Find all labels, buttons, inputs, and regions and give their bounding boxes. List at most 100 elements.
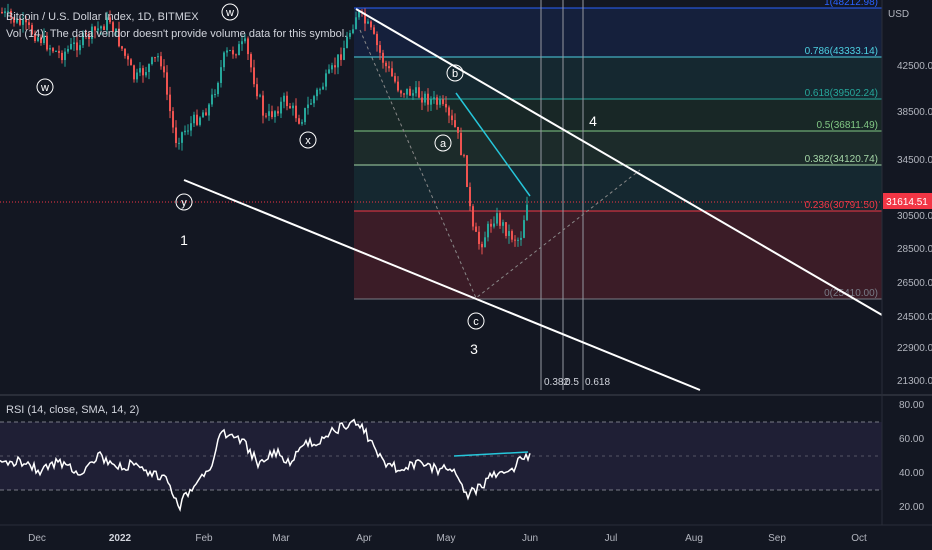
candle-body	[388, 66, 390, 69]
price-tick-label: 28500.00	[897, 244, 932, 255]
price-tick-label: 22900.00	[897, 343, 932, 354]
candle-body	[472, 206, 474, 227]
price-tick-label: 26500.00	[897, 278, 932, 289]
candle-body	[121, 46, 123, 49]
candle-body	[370, 21, 372, 28]
volume-note: Vol (14): The data vendor doesn't provid…	[6, 28, 348, 40]
wave-number: 4	[589, 113, 597, 129]
candle-body	[199, 117, 201, 125]
candle-body	[229, 50, 231, 52]
candle-body	[250, 54, 252, 68]
wave-number: 3	[470, 341, 478, 357]
candle-body	[433, 97, 435, 100]
price-chart[interactable]: 1(48212.98) 0.786(43333.14) 0.618(39502.24…	[0, 0, 932, 550]
fib-level-label: 0.236(30791.50)	[805, 200, 878, 211]
candle-body	[253, 67, 255, 85]
time-axis-ticks[interactable]: Dec 2022 Feb Mar Apr May Jun Jul Aug Sep Oct	[28, 533, 867, 544]
candle-body	[418, 87, 420, 98]
candle-body	[124, 48, 126, 56]
candle-body	[379, 45, 381, 53]
candle-body	[1, 12, 3, 14]
candle-body	[298, 118, 300, 124]
candle-body	[268, 111, 270, 116]
time-tick-label: Feb	[195, 533, 213, 544]
candle-body	[352, 29, 354, 34]
candle-body	[61, 52, 63, 61]
candle-body	[259, 95, 261, 97]
candle-body	[163, 66, 165, 73]
pane-separator[interactable]	[0, 394, 932, 396]
candle-body	[496, 213, 498, 224]
time-tick-label: Dec	[28, 533, 46, 544]
candle-body	[280, 101, 282, 114]
candle-body	[76, 42, 78, 51]
fib-time-label: 0.5	[565, 377, 579, 388]
candle-body	[148, 64, 150, 73]
fib-time-label: 0.618	[585, 377, 610, 388]
candle-body	[283, 95, 285, 102]
fib-level-label: 0.786(43333.14)	[805, 46, 878, 57]
wave-label: w	[225, 7, 234, 19]
candle-body	[316, 89, 318, 97]
candle-body	[394, 76, 396, 82]
candle-body	[412, 93, 414, 96]
candle-body	[214, 94, 216, 96]
rsi-tick-label: 60.00	[899, 434, 924, 445]
candle-body	[448, 107, 450, 116]
fib-zone	[354, 8, 882, 57]
currency-label: USD	[888, 9, 909, 20]
candle-body	[397, 81, 399, 91]
candle-body	[439, 99, 441, 105]
candle-body	[493, 223, 495, 227]
candle-body	[169, 94, 171, 112]
candle-body	[58, 50, 60, 53]
wave-label: c	[473, 316, 479, 328]
price-tick-label: 30500.00	[897, 211, 932, 222]
wave-label: x	[305, 135, 311, 147]
candle-body	[145, 72, 147, 76]
candle-body	[160, 56, 162, 67]
candle-body	[385, 62, 387, 67]
candle-body	[139, 68, 141, 73]
candle-body	[220, 67, 222, 83]
candle-body	[232, 50, 234, 55]
fib-zone	[354, 211, 882, 299]
fib-retracement-zones	[354, 8, 882, 299]
candle-body	[481, 244, 483, 248]
candle-body	[181, 132, 183, 143]
wave-number: 1	[180, 232, 188, 248]
candle-body	[307, 104, 309, 109]
candle-body	[205, 112, 207, 116]
candle-body	[331, 65, 333, 70]
candle-body	[436, 97, 438, 105]
fib-zone	[354, 165, 882, 211]
candle-body	[325, 73, 327, 87]
candle-body	[256, 84, 258, 97]
candle-body	[289, 106, 291, 109]
wave-label: b	[452, 68, 458, 80]
candle-body	[178, 142, 180, 144]
candle-body	[64, 51, 66, 61]
fib-zone	[354, 99, 882, 131]
candle-body	[343, 47, 345, 60]
time-tick-label: Jul	[605, 533, 618, 544]
candle-body	[301, 122, 303, 124]
last-price-value: 31614.51	[886, 197, 928, 208]
candle-body	[517, 239, 519, 241]
candle-body	[487, 223, 489, 238]
candle-body	[505, 222, 507, 236]
candle-body	[430, 99, 432, 105]
candle-body	[247, 38, 249, 55]
candle-body	[142, 68, 144, 76]
candle-body	[319, 89, 321, 91]
candle-body	[457, 126, 459, 133]
candle-body	[208, 104, 210, 116]
wave-label: a	[440, 138, 447, 150]
price-tick-label: 21300.00	[897, 376, 932, 387]
candle-body	[265, 115, 267, 117]
candle-body	[469, 186, 471, 207]
candle-body	[70, 43, 72, 49]
candle-body	[130, 59, 132, 66]
candle-body	[499, 213, 501, 226]
candle-body	[133, 65, 135, 80]
